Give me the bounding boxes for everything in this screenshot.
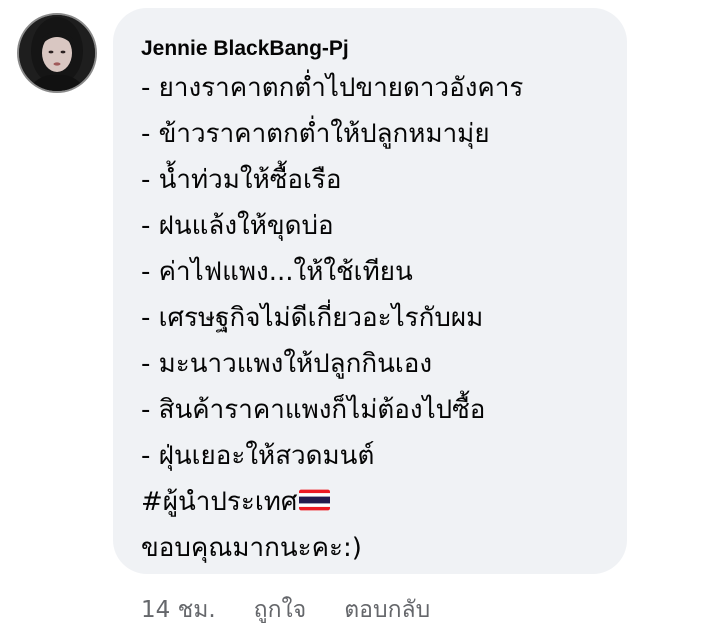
comment-timestamp[interactable]: 14 ชม. [141, 592, 216, 628]
comment-closing: ขอบคุณมากนะคะ:) [141, 533, 362, 563]
comment-line: - เศรษฐกิจไม่ดีเกี่ยวอะไรกับผม [141, 303, 484, 333]
comment-line: - ยางราคาตกต่ำไปขายดาวอังคาร [141, 73, 524, 103]
comment-line: - ฝนแล้งให้ขุดบ่อ [141, 211, 334, 241]
comment-bubble: Jennie BlackBang-Pj - ยางราคาตกต่ำไปขายด… [113, 8, 627, 574]
comment-line: - ฝุ่นเยอะให้สวดมนต์ [141, 441, 375, 471]
like-button[interactable]: ถูกใจ [254, 592, 307, 628]
avatar[interactable] [17, 13, 97, 93]
comment-line: - ข้าวราคาตกต่ำให้ปลูกหมามุ่ย [141, 119, 490, 149]
comment-author[interactable]: Jennie BlackBang-Pj [141, 37, 627, 61]
comment-line: - มะนาวแพงให้ปลูกกินเอง [141, 349, 433, 379]
reply-button[interactable]: ตอบกลับ [344, 592, 430, 628]
comment-line: - สินค้าราคาแพงก็ไม่ต้องไปซื้อ [141, 395, 486, 425]
thailand-flag-icon [299, 489, 331, 511]
comment-line: - ค่าไฟแพง...ให้ใช้เทียน [141, 257, 413, 287]
profile-photo-icon [19, 15, 95, 91]
comment-line: - น้ำท่วมให้ซื้อเรือ [141, 165, 342, 195]
hashtag-link[interactable]: #ผู้นำประเทศ [141, 487, 297, 517]
hashtag-line: #ผู้นำประเทศ [141, 479, 627, 525]
comment-actions: 14 ชม. ถูกใจ ตอบกลับ [141, 592, 430, 628]
